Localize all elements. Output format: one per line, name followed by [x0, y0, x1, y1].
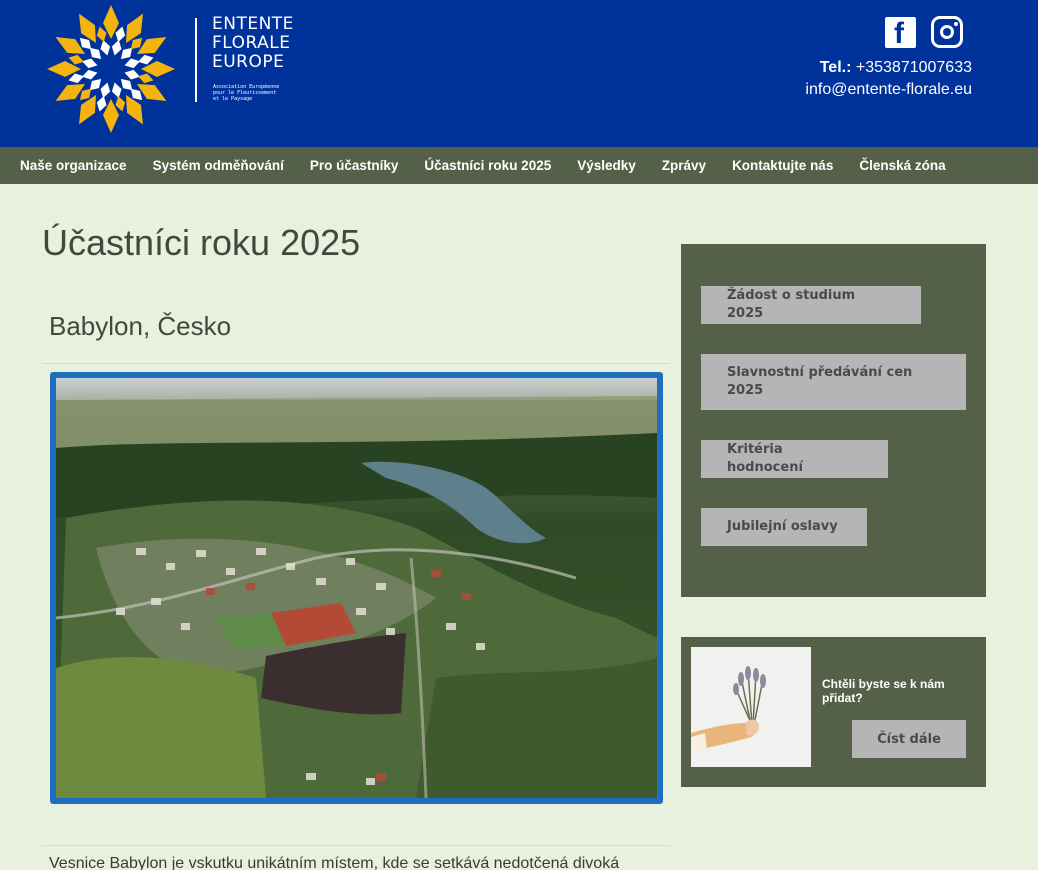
read-more-button[interactable]: Číst dále [852, 720, 966, 758]
divider-top [42, 363, 670, 364]
aerial-photo-illustration [56, 378, 657, 798]
sidebar-links-panel: Žádost o studium 2025 Slavnostní předává… [681, 244, 986, 597]
main-nav: Naše organizace Systém odměňování Pro úč… [0, 147, 1038, 184]
body-paragraph: Vesnice Babylon je vskutku unikátním mís… [49, 855, 620, 870]
nav-item-organizace[interactable]: Naše organizace [7, 158, 140, 173]
instagram-dot [954, 22, 958, 26]
nav-item-ucastnici-2025[interactable]: Účastníci roku 2025 [411, 158, 564, 173]
phone-number: +353871007633 [855, 59, 972, 76]
nav-item-pro-ucastniky[interactable]: Pro účastníky [297, 158, 412, 173]
bouquet-illustration [691, 647, 811, 767]
phone-line[interactable]: Tel.: +353871007633 [805, 57, 972, 79]
join-us-text: Chtěli byste se k nám přidat? [822, 677, 945, 705]
logo-title-line-1: ENTENTE [212, 14, 294, 34]
instagram-icon[interactable] [931, 16, 963, 48]
logo-ray-middle [100, 40, 111, 56]
logo-title[interactable]: ENTENTE FLORALE EUROPE [212, 15, 294, 72]
divider-bottom [42, 845, 670, 846]
page-title: Účastníci roku 2025 [42, 222, 361, 263]
flower-bouquet-image [691, 647, 811, 767]
study-application-button[interactable]: Žádost o studium 2025 [701, 286, 921, 324]
logo-subtitle-line-3: et le Paysage [213, 96, 253, 102]
logo-ray-middle [124, 69, 140, 80]
nav-item-zpravy[interactable]: Zprávy [649, 158, 719, 173]
phone-label: Tel.: [819, 59, 852, 76]
site-header: ENTENTE FLORALE EUROPE Association Europ… [0, 0, 1038, 147]
logo-title-line-3: EUROPE [212, 52, 285, 72]
jubilee-celebrations-button[interactable]: Jubilejní oslavy [701, 508, 867, 546]
awards-ceremony-button[interactable]: Slavnostní předávání cen 2025 [701, 354, 966, 410]
instagram-lens [940, 25, 954, 39]
logo-ray-middle [100, 82, 111, 98]
nav-item-clenska-zona[interactable]: Členská zóna [846, 158, 958, 173]
logo-ray-middle [82, 69, 98, 80]
logo-title-line-2: FLORALE [212, 33, 291, 53]
nav-item-vysledky[interactable]: Výsledky [564, 158, 649, 173]
facebook-icon[interactable] [885, 17, 916, 51]
logo-subtitle: Association Européenne pour le Fleurisse… [213, 84, 303, 102]
join-us-panel: Chtěli byste se k nám přidat? Číst dále [681, 637, 986, 787]
contact-info: Tel.: +353871007633 info@entente-florale… [805, 57, 972, 101]
section-title: Babylon, Česko [49, 311, 232, 341]
logo-ray-middle [111, 40, 122, 56]
logo-ray-middle [82, 58, 98, 69]
nav-item-kontakt[interactable]: Kontaktujte nás [719, 158, 846, 173]
logo-ray-middle [111, 82, 122, 98]
email-link[interactable]: info@entente-florale.eu [805, 79, 972, 101]
nav-item-system[interactable]: Systém odměňování [140, 158, 297, 173]
logo-divider [195, 18, 197, 102]
logo-star-icon[interactable] [40, 4, 182, 134]
evaluation-criteria-button[interactable]: Kritéria hodnocení [701, 440, 888, 478]
logo-ray-middle [124, 58, 140, 69]
aerial-photo[interactable] [50, 372, 663, 804]
